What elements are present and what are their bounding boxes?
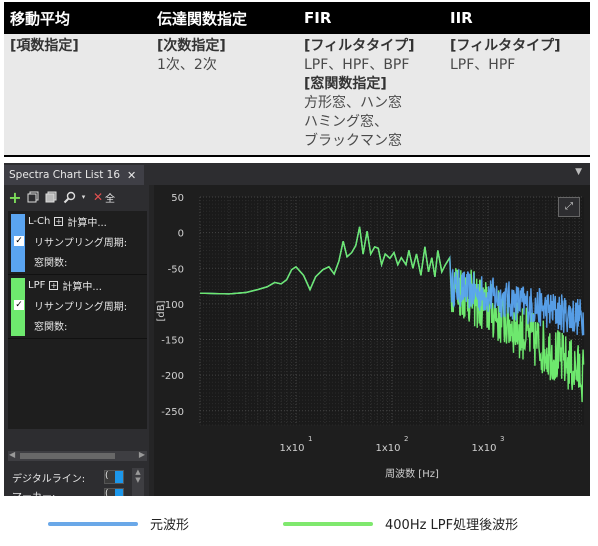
channel-list: L-Ch + 計算中... ✓ リサンプリング周期: 窓関数: LPF + 計算… [8,211,147,429]
x-tick-label: 1x10 [375,443,400,454]
chevron-down-icon[interactable]: ▾ [80,190,87,204]
list-item-lpf[interactable]: LPF + 計算中... ✓ リサンプリング周期: 窓関数: [8,275,147,339]
settings-wrench-icon[interactable] [62,190,76,204]
col-moving-average: [項数指定] [4,37,153,155]
duplicate-icon[interactable] [44,190,58,204]
channel-status: 計算中... [67,217,107,229]
table-bottom-rule [4,155,590,157]
tab-bar: Spectra Chart List 16 ✕ ▼ [4,163,590,185]
expand-icon[interactable]: + [49,280,59,290]
list-toolbar: + ▾ ✕ 全 [4,185,149,209]
y-tick-label: 50 [171,193,184,204]
y-tick-label: -150 [161,336,184,347]
resampling-label: リサンプリング周期: [34,301,128,313]
window-line2: ハミング窓、 [304,114,388,130]
y-tick-label: -250 [161,407,184,418]
resampling-label: リサンプリング周期: [34,237,128,249]
window-title: [窓関数指定] [304,76,387,92]
legend-line-filtered [283,521,373,526]
checkbox-icon[interactable]: ✓ [14,236,24,246]
x-tick-label: 1x10 [279,443,304,454]
x-tick-exponent: 2 [404,435,408,443]
legend-label-filtered: 400Hz LPF処理後波形 [385,518,519,533]
add-icon[interactable]: + [8,188,22,207]
order-values: 1次、2次 [157,57,217,73]
legend-item-original: 元波形 [48,514,189,533]
marker-value[interactable]: ( [104,488,124,496]
fir-filter-types: LPF、HPF、BPF [304,57,410,73]
y-axis-label: [dB] [156,300,167,321]
marker-label: マーカー: [12,488,55,497]
zoom-fit-icon[interactable]: ⤢ [558,197,580,217]
expand-icon[interactable]: + [54,216,64,226]
copy-icon[interactable] [26,190,40,204]
dropdown-arrow-icon[interactable]: ▼ [575,167,582,177]
window-line3: ブラックマン窓 [304,133,402,149]
channel-status: 計算中... [62,281,102,293]
y-tick-label: -200 [161,371,184,382]
window-label: 窓関数: [34,321,68,333]
legend-item-filtered: 400Hz LPF処理後波形 [283,514,518,533]
list-item-lch[interactable]: L-Ch + 計算中... ✓ リサンプリング周期: 窓関数: [8,211,147,275]
header-fir: FIR [304,9,332,27]
header-moving-average: 移動平均 [10,9,71,28]
table-body: [項数指定] [次数指定] 1次、2次 [フィルタタイプ] LPF、HPF、BP… [4,34,590,155]
iir-filter-types: LPF、HPF [450,57,516,73]
channel-name: LPF [28,279,46,291]
channel-header-row: LPF + 計算中... [28,277,102,293]
y-tick-label: 0 [178,229,184,240]
tab-spectra-chart-list[interactable]: Spectra Chart List 16 ✕ [4,165,144,185]
header-iir: IIR [450,9,473,27]
channel-list-panel: + ▾ ✕ 全 L-Ch + 計算中... ✓ リサンプリング周期: 窓関数: … [4,185,149,496]
legend-line-original [48,521,138,526]
tab-title: Spectra Chart List 16 [9,169,121,181]
digital-line-value[interactable]: ( [104,470,124,484]
table-header: 移動平均 伝達関数指定 FIR IIR [4,2,590,34]
marker-row: マーカー: [12,487,55,497]
delete-all-icon[interactable]: ✕ [91,190,105,204]
checkbox-icon[interactable]: ✓ [14,300,24,310]
scrollbar-thumb[interactable] [20,453,115,459]
horizontal-scrollbar[interactable]: ◀ ▶ [8,450,147,461]
y-tick-label: -50 [168,264,184,275]
channel-name: L-Ch [28,215,51,227]
delete-all-label[interactable]: 全 [105,190,115,205]
term-count-title: [項数指定] [10,38,79,54]
digital-line-label: デジタルライン: [12,473,86,485]
filter-table: 移動平均 伝達関数指定 FIR IIR [項数指定] [次数指定] 1次、2次 … [4,2,590,157]
digital-line-value-text: ( [105,471,109,481]
close-icon[interactable]: ✕ [127,169,136,182]
col-fir: [フィルタタイプ] LPF、HPF、BPF [窓関数指定] 方形窓、ハン窓 ハミ… [299,37,447,155]
marker-value-text: ( [105,489,109,496]
spectrum-plot: 500-50-100-150-200-2501x1011x1021x103[dB… [156,193,585,480]
spectra-chart-window: Spectra Chart List 16 ✕ ▼ + ▾ ✕ 全 L-Ch +… [4,163,590,496]
x-tick-exponent: 3 [500,435,504,443]
order-title: [次数指定] [157,38,226,54]
channel-header-row: L-Ch + 計算中... [28,213,107,229]
fir-filter-type-title: [フィルタタイプ] [304,38,415,54]
digital-line-row: デジタルライン: [12,469,85,485]
col-iir: [フィルタタイプ] LPF、HPF [447,37,590,155]
spectrum-chart[interactable]: 50 0 -50 -100 -150 -200 -250 1x10 1 1x10 2 1x10 3 [dB… [154,185,590,496]
header-transfer-function: 伝達関数指定 [157,9,248,28]
figure-legend: 元波形 400Hz LPF処理後波形 [0,512,598,536]
scroll-right-icon[interactable]: ▶ [139,450,145,459]
window-label: 窓関数: [34,257,68,269]
scroll-left-icon[interactable]: ◀ [9,450,15,459]
x-tick-exponent: 1 [308,435,312,443]
x-axis-label: 周波数 [Hz] [385,467,439,480]
legend-label-original: 元波形 [150,518,190,533]
property-scrollbar[interactable]: ▲ ▼ [132,468,144,496]
iir-filter-type-title: [フィルタタイプ] [450,38,561,54]
col-transfer-function: [次数指定] 1次、2次 [153,37,299,155]
window-line1: 方形窓、ハン窓 [304,95,402,111]
x-tick-label: 1x10 [471,443,496,454]
